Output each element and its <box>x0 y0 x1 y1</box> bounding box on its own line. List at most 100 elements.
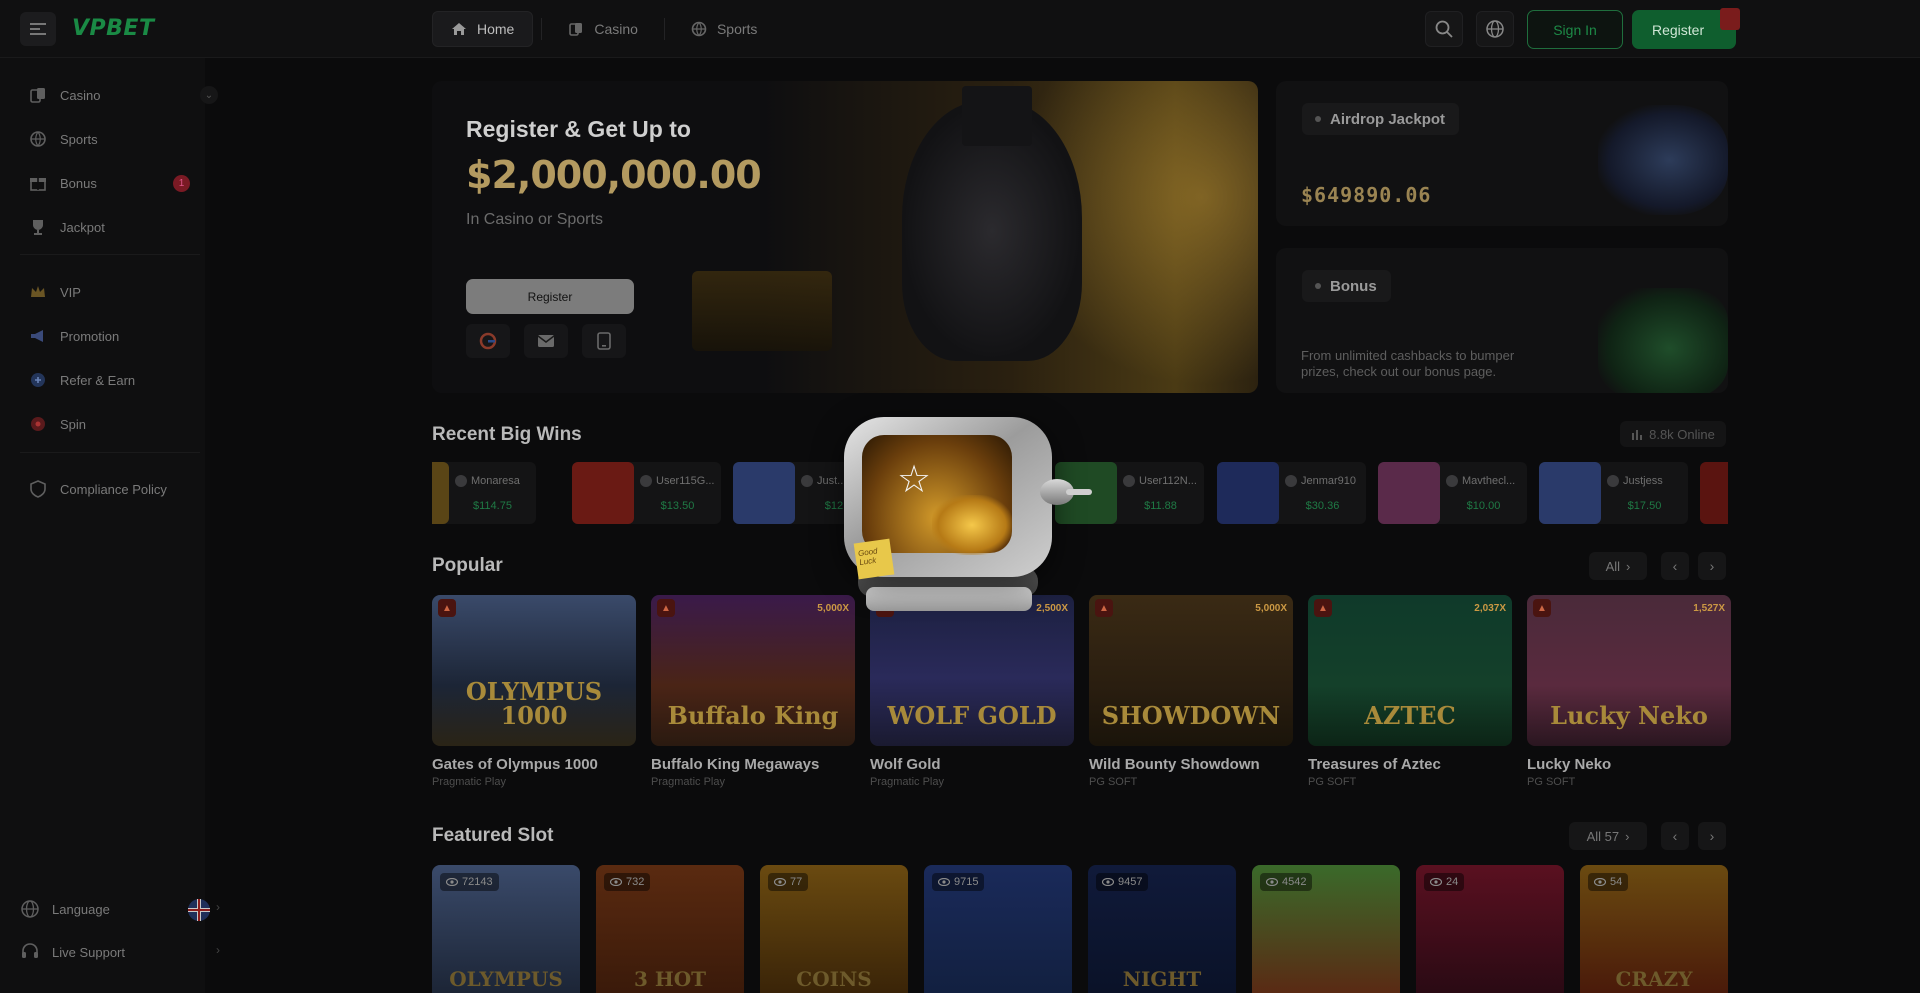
featured-game-card[interactable]: 732 3 HOT <box>596 865 744 993</box>
game-art: ▲ 5,000X Buffalo King <box>651 595 855 746</box>
sidebar-item-jackpot[interactable]: Jackpot <box>28 213 218 241</box>
game-card[interactable]: ▲ 1,527X Lucky Neko Lucky Neko PG SOFT <box>1527 595 1731 788</box>
featured-game-card[interactable]: 77 COINS <box>760 865 908 993</box>
chevron-right-icon[interactable]: › <box>216 943 220 957</box>
chevron-right-icon: › <box>1709 828 1715 844</box>
win-card[interactable]: User115G... $13.50 <box>572 462 721 524</box>
win-card[interactable]: Jenmar910 $30.36 <box>1217 462 1366 524</box>
trophy-image <box>1598 105 1728 215</box>
win-user: Mavthecl... <box>1446 475 1515 487</box>
sidebar-item-vip[interactable]: VIP <box>28 278 218 306</box>
jackpot-tag: Airdrop Jackpot <box>1302 103 1460 135</box>
win-username: Just... <box>817 475 847 487</box>
bar-chart-icon <box>1632 430 1643 440</box>
featured-game-card[interactable]: 9715 <box>924 865 1072 993</box>
nav-sports[interactable]: Sports <box>673 11 775 47</box>
view-count: 4542 <box>1260 873 1313 891</box>
live-support[interactable]: Live Support <box>20 938 210 966</box>
gift-box-image <box>1598 288 1728 393</box>
online-count: 8.8k Online <box>1620 421 1726 447</box>
game-card[interactable]: ▲ 5,000X SHOWDOWN Wild Bounty Showdown PG SO… <box>1089 595 1293 788</box>
win-amount: $17.50 <box>1627 500 1662 512</box>
win-user: User115G... <box>640 475 715 487</box>
featured-game-card[interactable]: 54 CRAZY <box>1580 865 1728 993</box>
sidebar-item-compliance[interactable]: Compliance Policy <box>28 475 218 503</box>
multiplier-badge: 2,037X <box>1474 603 1506 614</box>
featured-game-card[interactable]: 24 <box>1416 865 1564 993</box>
game-card[interactable]: ▲2,500XWOLF GOLD Wolf Gold Pragmatic Play <box>870 595 1074 788</box>
game-card[interactable]: ▲ 5,000X Buffalo King Buffalo King Megaways… <box>651 595 855 788</box>
win-username: User112N... <box>1139 475 1197 487</box>
cards-icon <box>569 23 583 36</box>
win-card[interactable]: Monaresa $114.75 <box>432 462 536 524</box>
game-thumbnail <box>1378 462 1440 524</box>
sidebar-item-refer[interactable]: Refer & Earn <box>28 366 218 394</box>
game-art: ▲ OLYMPUS 1000 <box>432 595 636 746</box>
game-logo: OLYMPUS <box>449 967 563 991</box>
sidebar: Casino ⌄ Sports Bonus 1 Jackpot VIP Prom… <box>0 58 220 993</box>
uk-flag-icon[interactable] <box>187 898 211 922</box>
multiplier-badge: 5,000X <box>1255 603 1287 614</box>
featured-all-button[interactable]: All 57 › <box>1569 822 1647 850</box>
google-icon <box>479 332 497 350</box>
jackpot-card[interactable]: Airdrop Jackpot $649890.06 <box>1276 81 1728 226</box>
view-count-value: 9457 <box>1118 876 1143 888</box>
eye-icon <box>446 878 458 886</box>
win-card[interactable]: Mavthecl... $10.00 <box>1378 462 1527 524</box>
game-logo: Lucky Neko <box>1550 701 1708 730</box>
sign-in-button[interactable]: Sign In <box>1527 10 1623 49</box>
sidebar-item-spin[interactable]: Spin <box>28 410 218 438</box>
shield-icon <box>28 479 48 499</box>
hero-banner[interactable]: Register & Get Up to $2,000,000.00 In Ca… <box>432 81 1258 393</box>
win-user: Just... <box>801 475 846 487</box>
bonus-card[interactable]: Bonus From unlimited cashbacks to bumper… <box>1276 248 1728 393</box>
jackpot-value: $649890.06 <box>1301 183 1432 207</box>
win-card[interactable]: Justjess $17.50 <box>1539 462 1688 524</box>
sidebar-item-label: Compliance Policy <box>60 481 167 497</box>
fire-icon: ▲ <box>1533 599 1551 617</box>
popular-all-button[interactable]: All › <box>1589 552 1647 580</box>
game-card[interactable]: ▲ 2,037X AZTEC Treasures of Aztec PG SOFT <box>1308 595 1512 788</box>
hero-amount: $2,000,000.00 <box>466 153 762 197</box>
language-selector[interactable]: Language <box>20 895 210 923</box>
nav-casino[interactable]: Casino <box>550 11 656 47</box>
hero-register-button[interactable]: Register <box>466 279 634 314</box>
search-icon <box>1435 20 1453 38</box>
language-button[interactable] <box>1476 11 1514 47</box>
sidebar-item-promotion[interactable]: Promotion <box>28 322 218 350</box>
sidebar-item-sports[interactable]: Sports <box>28 125 218 153</box>
sidebar-item-label: Refer & Earn <box>60 372 136 388</box>
chevron-right-icon[interactable]: › <box>216 900 220 914</box>
popular-prev-button[interactable]: ‹ <box>1661 552 1689 580</box>
popular-next-button[interactable]: › <box>1698 552 1726 580</box>
sidebar-item-label: Bonus <box>60 175 97 191</box>
chevron-down-icon[interactable]: ⌄ <box>200 86 218 104</box>
win-card[interactable] <box>1700 462 1728 524</box>
machine-lever <box>1066 489 1092 495</box>
menu-button[interactable] <box>20 12 56 46</box>
game-provider: PG SOFT <box>1089 776 1138 788</box>
view-count: 72143 <box>440 873 499 891</box>
loading-slot-machine: ☆ Good Luck <box>844 417 1094 613</box>
eye-icon <box>1594 878 1606 886</box>
win-username: User115G... <box>656 475 715 487</box>
featured-game-card[interactable]: 9457 NIGHT <box>1088 865 1236 993</box>
email-login-button[interactable] <box>524 324 568 358</box>
sidebar-item-casino[interactable]: Casino <box>28 81 218 109</box>
game-card[interactable]: ▲ OLYMPUS 1000 Gates of Olympus 1000 Pragma… <box>432 595 636 788</box>
featured-prev-button[interactable]: ‹ <box>1661 822 1689 850</box>
nav-home[interactable]: Home <box>432 11 534 47</box>
featured-game-card[interactable]: 72143 OLYMPUS <box>432 865 580 993</box>
logo[interactable]: VPBET <box>72 16 154 41</box>
register-button[interactable]: Register <box>1632 8 1740 49</box>
featured-next-button[interactable]: › <box>1698 822 1726 850</box>
eye-icon <box>938 878 950 886</box>
gold-bars-image <box>692 271 832 351</box>
hero-subtitle: In Casino or Sports <box>466 211 603 228</box>
search-button[interactable] <box>1425 11 1463 47</box>
all-label: All 57 <box>1586 828 1620 844</box>
app-root: VPBET Home Casino Sports Sign In Registe… <box>0 0 1920 993</box>
google-login-button[interactable] <box>466 324 510 358</box>
phone-login-button[interactable] <box>582 324 626 358</box>
featured-game-card[interactable]: 4542 <box>1252 865 1400 993</box>
